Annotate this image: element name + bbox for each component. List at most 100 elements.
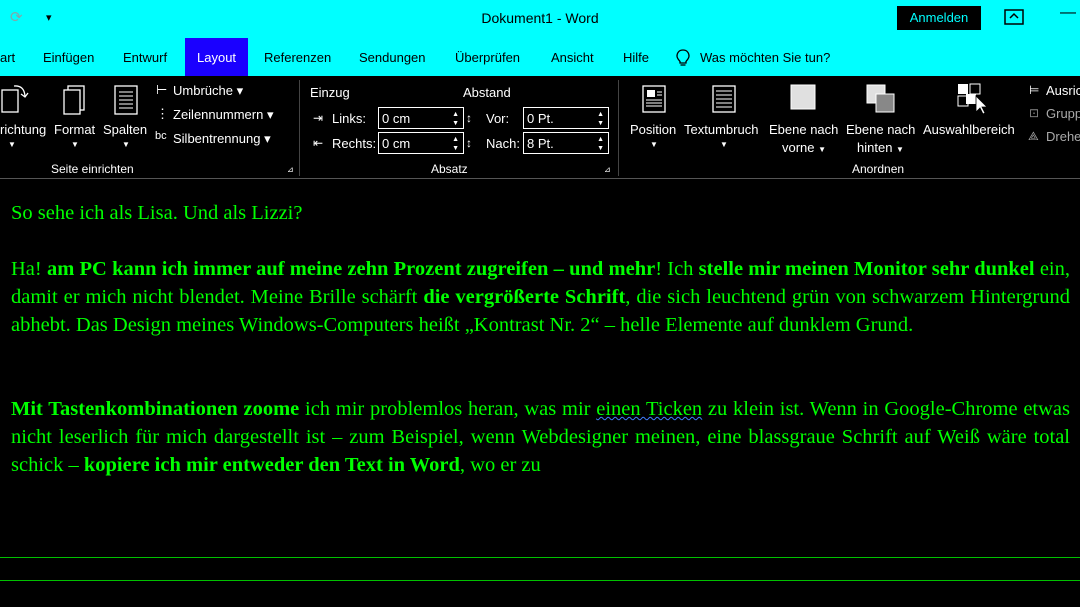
bring-forward-button-line2[interactable]: vorne ▼	[782, 140, 826, 155]
bring-forward-button[interactable]: Ebene nach	[769, 122, 838, 137]
chevron-down-icon: ▼	[896, 145, 904, 154]
text-run: Ha!	[11, 258, 47, 280]
hyphenation-button[interactable]: Silbentrennung ▾	[173, 131, 271, 147]
spin-up-icon[interactable]: ▲	[597, 136, 604, 143]
spin-down-icon[interactable]: ▼	[597, 145, 604, 152]
spin-down-icon[interactable]: ▼	[452, 120, 459, 127]
paragraph-2: Ha! am PC kann ich immer auf meine zehn …	[11, 255, 1070, 339]
hyphenation-label: Silbentrennung	[173, 131, 261, 146]
group-separator	[299, 80, 300, 176]
chevron-down-icon: ▼	[720, 140, 728, 149]
page-border-line	[0, 580, 1080, 581]
indent-left-value: 0 cm	[382, 111, 411, 126]
text-run: ich mir problemlos heran, was mir	[299, 398, 597, 420]
tab-referenzen[interactable]: Referenzen	[264, 38, 331, 76]
chevron-down-icon: ▼	[122, 140, 130, 149]
spin-up-icon[interactable]: ▲	[597, 111, 604, 118]
hyphenation-icon: bc	[155, 130, 167, 142]
line-numbers-button[interactable]: Zeilennummern ▾	[173, 107, 273, 123]
spin-down-icon[interactable]: ▼	[452, 145, 459, 152]
indent-right-label: Rechts:	[332, 136, 377, 151]
text-wrap-icon	[712, 85, 736, 113]
tab-ueberpruefen[interactable]: Überprüfen	[455, 38, 520, 76]
dialog-launcher-icon[interactable]: ⊿	[604, 165, 611, 174]
align-icon: ⊨	[1029, 83, 1040, 97]
document-area[interactable]: So sehe ich als Lisa. Und als Lizzi? Ha!…	[0, 179, 1080, 607]
bring-forward-icon	[790, 84, 816, 110]
spacing-before-input[interactable]: 0 Pt. ▲ ▼	[523, 107, 609, 129]
breaks-icon: ⊢	[156, 82, 168, 97]
ribbon-display-options-icon[interactable]	[1003, 8, 1025, 26]
spin-up-icon[interactable]: ▲	[452, 111, 459, 118]
text-run: stelle mir meinen Monitor sehr dunkel	[698, 258, 1035, 280]
tab-layout[interactable]: Layout	[185, 38, 249, 76]
spacing-before-value: 0 Pt.	[527, 111, 554, 126]
spelling-flag-text: einen Ticken	[596, 398, 703, 420]
indent-left-icon: ⇥	[313, 111, 324, 125]
chevron-down-icon: ▼	[8, 140, 16, 149]
spin-down-icon[interactable]: ▼	[597, 120, 604, 127]
spacing-before-icon: ↕	[466, 111, 472, 125]
breaks-button[interactable]: Umbrüche ▾	[173, 83, 243, 99]
position-icon	[642, 85, 666, 113]
text-run: Mit Tastenkombinationen zoome	[11, 398, 300, 420]
chevron-down-icon: ▼	[650, 140, 658, 149]
text-run: , wo er zu	[459, 454, 541, 476]
format-button[interactable]: Format	[54, 122, 95, 137]
columns-button[interactable]: Spalten	[103, 122, 147, 137]
tab-sendungen[interactable]: Sendungen	[359, 38, 426, 76]
bring-forward-label: vorne	[782, 140, 815, 155]
spacing-after-value: 8 Pt.	[527, 136, 554, 151]
position-button[interactable]: Position	[630, 122, 676, 137]
selection-pane-icon	[957, 83, 988, 115]
group-separator	[618, 80, 619, 176]
line-numbers-label: Zeilennummern	[173, 107, 264, 122]
rotate-button[interactable]: Drehe	[1046, 129, 1080, 144]
dialog-launcher-icon[interactable]: ⊿	[287, 165, 294, 174]
paragraph-3: Mit Tastenkombinationen zoome ich mir pr…	[11, 395, 1070, 479]
spin-up-icon[interactable]: ▲	[452, 136, 459, 143]
send-backward-button[interactable]: Ebene nach	[846, 122, 915, 137]
ribbon-tabs: art Einfügen Entwurf Layout Referenzen S…	[0, 38, 1080, 76]
line-numbers-icon: ⋮	[156, 106, 169, 121]
group-label-arrange: Anordnen	[852, 162, 905, 176]
group-icon: ⊡	[1029, 106, 1040, 120]
text-run: ! Ich	[655, 258, 699, 280]
rotate-icon: ⟁	[1028, 129, 1039, 143]
send-backward-label: hinten	[857, 140, 893, 155]
minimize-icon[interactable]: —	[1060, 4, 1076, 22]
orientation-icon	[1, 85, 29, 113]
signin-button[interactable]: Anmelden	[897, 6, 981, 30]
group-label-paragraph: Absatz	[431, 162, 468, 176]
group-button[interactable]: Grupp	[1046, 106, 1080, 121]
tell-me-search[interactable]: Was möchten Sie tun?	[700, 38, 830, 76]
orientation-button[interactable]: richtung	[0, 122, 46, 137]
indent-left-input[interactable]: 0 cm ▲ ▼	[378, 107, 464, 129]
indent-heading: Einzug	[310, 85, 350, 100]
spacing-after-input[interactable]: 8 Pt. ▲ ▼	[523, 132, 609, 154]
ribbon-layout: richtung ▼ Format ▼ Spalten ▼ ⊢ Umbrüche…	[0, 76, 1080, 179]
format-icon	[63, 85, 85, 115]
tab-entwurf[interactable]: Entwurf	[123, 38, 167, 76]
paragraph-1: So sehe ich als Lisa. Und als Lizzi?	[11, 202, 303, 224]
text-run: die vergrößerte Schrift	[423, 286, 626, 308]
chevron-down-icon: ▼	[818, 145, 827, 154]
tab-ansicht[interactable]: Ansicht	[551, 38, 594, 76]
send-backward-icon	[866, 84, 895, 113]
chevron-down-icon: ▼	[71, 140, 79, 149]
tab-einfuegen[interactable]: Einfügen	[43, 38, 94, 76]
align-button[interactable]: Ausric	[1046, 83, 1080, 98]
text-run: am PC kann ich immer auf meine zehn Proz…	[46, 258, 656, 280]
selection-pane-button[interactable]: Auswahlbereich	[923, 122, 1015, 137]
title-bar: ⟳ ▾ Dokument1 - Word Anmelden —	[0, 0, 1080, 38]
spacing-before-label: Vor:	[486, 111, 510, 126]
indent-right-icon: ⇤	[313, 136, 324, 150]
tab-hilfe[interactable]: Hilfe	[623, 38, 649, 76]
spacing-after-label: Nach:	[486, 136, 520, 151]
indent-right-input[interactable]: 0 cm ▲ ▼	[378, 132, 464, 154]
breaks-label: Umbrüche	[173, 83, 233, 98]
send-backward-button-line2[interactable]: hinten ▼	[857, 140, 904, 155]
tab-start[interactable]: art	[0, 38, 15, 76]
spacing-after-icon: ↕	[466, 136, 472, 150]
text-wrap-button[interactable]: Textumbruch	[684, 122, 758, 137]
